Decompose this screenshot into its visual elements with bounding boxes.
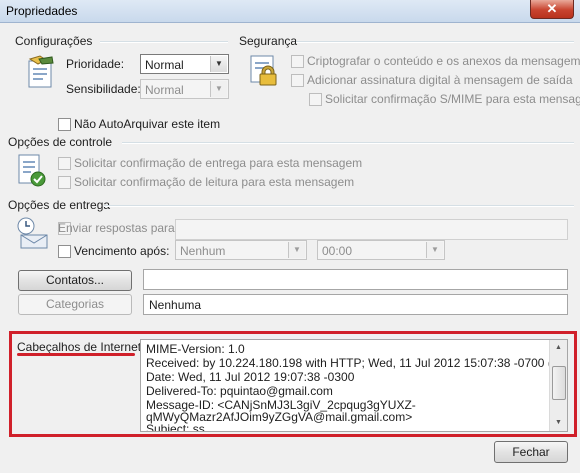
fechar-button-label: Fechar [512,445,550,459]
opcoes-controle-heading: Opções de controle [8,135,113,149]
confirmacao-entrega-checkbox[interactable] [58,157,71,170]
categorias-field: Nenhuma [143,294,568,315]
close-button[interactable]: ✕ [530,0,574,19]
chevron-down-icon: ▼ [288,242,305,258]
header-line: Date: Wed, 11 Jul 2012 19:07:38 -0300 [146,370,355,384]
categorias-value: Nenhuma [149,298,202,312]
header-line: Delivered-To: pquintao@gmail.com [146,384,333,398]
criptografar-checkbox[interactable] [291,55,304,68]
security-lock-icon [250,55,277,86]
autoarquivar-label: Não AutoArquivar este item [74,117,221,131]
enviar-respostas-input[interactable] [175,219,568,240]
assinatura-label: Adicionar assinatura digital à mensagem … [307,73,573,87]
categorias-button[interactable]: Categorias [18,294,132,315]
categorias-button-label: Categorias [45,297,105,311]
highlight-underline [17,353,135,356]
chevron-down-icon: ▼ [210,81,227,97]
vencimento-date-select[interactable]: Nenhum ▼ [175,240,307,260]
confirmacao-leitura-label: Solicitar confirmação de leitura para es… [74,175,355,189]
vencimento-date-value: Nenhum [180,244,226,258]
header-line: Received: by 10.224.180.198 with HTTP; W… [146,356,568,370]
opcoes-entrega-heading: Opções de entrega [8,198,111,212]
vencimento-time-select[interactable]: 00:00 ▼ [317,240,445,260]
delivery-icon [17,217,48,249]
seguranca-heading: Segurança [239,34,298,48]
confirmacao-entrega-label: Solicitar confirmação de entrega para es… [74,156,363,170]
configuracoes-heading: Configurações [15,34,93,48]
title-bar: Propriedades ✕ [0,0,580,23]
contatos-button[interactable]: Contatos... [18,270,132,291]
vencimento-checkbox[interactable] [58,245,71,258]
divider [296,41,574,43]
divider [104,205,574,207]
header-line: Subject: ss [146,422,205,432]
prioridade-select[interactable]: Normal ▼ [140,54,229,74]
confirmacao-leitura-checkbox[interactable] [58,176,71,189]
tracking-document-icon [18,154,46,187]
sensibilidade-label: Sensibilidade: [66,82,141,96]
contatos-input[interactable] [143,269,568,290]
chevron-down-icon: ▼ [210,56,227,72]
divider [122,142,574,144]
window-title: Propriedades [6,4,78,18]
sensibilidade-value: Normal [145,83,184,97]
scroll-down-icon[interactable]: ▼ [551,416,566,430]
vertical-scrollbar[interactable]: ▲ ▼ [549,340,567,431]
smime-checkbox[interactable] [309,93,322,106]
autoarquivar-checkbox[interactable] [58,118,71,131]
scroll-up-icon[interactable]: ▲ [551,341,566,355]
cabecalhos-label: Cabeçalhos de Internet: [17,340,145,354]
vencimento-time-value: 00:00 [322,244,353,258]
scroll-thumb[interactable] [552,366,566,400]
prioridade-label: Prioridade: [66,57,125,71]
criptografar-label: Criptografar o conteúdo e os anexos da m… [307,54,580,68]
settings-document-icon [28,55,54,88]
smime-label: Solicitar confirmação S/MIME para esta m… [325,92,580,106]
chevron-down-icon: ▼ [426,242,443,258]
close-icon: ✕ [546,1,558,16]
divider [100,41,228,43]
vencimento-label: Vencimento após: [74,244,170,258]
contatos-button-label: Contatos... [45,273,105,287]
sensibilidade-select[interactable]: Normal ▼ [140,79,229,99]
header-line: MIME-Version: 1.0 [146,342,245,356]
prioridade-value: Normal [145,58,184,72]
fechar-button[interactable]: Fechar [494,441,568,463]
internet-headers-textarea[interactable]: MIME-Version: 1.0 Received: by 10.224.18… [140,339,568,432]
enviar-respostas-label: Enviar respostas para: [58,221,179,235]
assinatura-checkbox[interactable] [291,74,304,87]
